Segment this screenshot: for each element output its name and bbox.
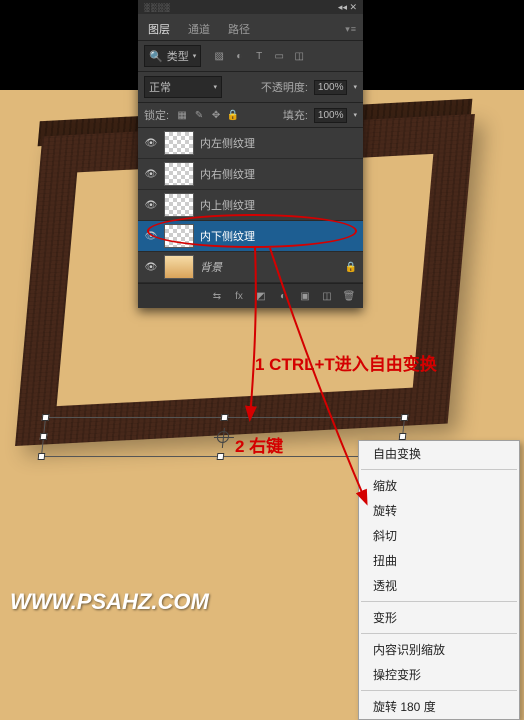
- panel-menu-icon[interactable]: ▾≡: [345, 24, 357, 35]
- visibility-eye-icon[interactable]: 👁: [144, 138, 158, 149]
- transform-handle-bm[interactable]: [217, 453, 225, 460]
- layer-name[interactable]: 内右侧纹理: [200, 166, 255, 182]
- context-menu-separator: [361, 469, 517, 470]
- lock-row: 锁定: ▦ ✎ ✥ 🔒 填充: 100% ▾: [138, 103, 363, 128]
- filter-adjust-icon[interactable]: ◐: [231, 48, 247, 64]
- transform-context-menu: 自由变换缩放旋转斜切扭曲透视变形内容识别缩放操控变形旋转 180 度: [358, 440, 520, 720]
- fill-label: 填充:: [283, 107, 308, 123]
- search-icon: 🔍: [149, 50, 163, 63]
- filter-type-icon[interactable]: T: [251, 48, 267, 64]
- layer-thumbnail[interactable]: [164, 255, 194, 279]
- collapse-icon[interactable]: ◂◂ ✕: [338, 2, 357, 13]
- adjustment-layer-icon[interactable]: ◐: [275, 288, 291, 304]
- context-menu-item[interactable]: 扭曲: [359, 548, 519, 573]
- tab-channels[interactable]: 通道: [184, 18, 214, 40]
- context-menu-item[interactable]: 操控变形: [359, 662, 519, 687]
- chevron-down-icon: ▾: [193, 52, 197, 60]
- annotation-step1: 1 CTRL+T进入自由变换: [255, 350, 437, 375]
- layer-name[interactable]: 内下侧纹理: [200, 228, 255, 244]
- free-transform-bounds[interactable]: [41, 417, 405, 457]
- transform-handle-mr[interactable]: [399, 433, 407, 440]
- filter-shape-icon[interactable]: ▭: [271, 48, 287, 64]
- context-menu-item[interactable]: 缩放: [359, 473, 519, 498]
- transform-handle-tl[interactable]: [42, 414, 50, 421]
- blend-mode-select[interactable]: 正常 ▾: [144, 76, 222, 98]
- lock-all-icon[interactable]: 🔒: [226, 108, 240, 122]
- blend-mode-value: 正常: [149, 79, 171, 95]
- transform-handle-ml[interactable]: [40, 433, 48, 440]
- visibility-eye-icon[interactable]: 👁: [144, 169, 158, 180]
- tab-paths[interactable]: 路径: [224, 18, 254, 40]
- visibility-eye-icon[interactable]: 👁: [144, 200, 158, 211]
- layer-group-icon[interactable]: ▣: [297, 288, 313, 304]
- dock-grip-icon: ░░░░: [144, 3, 171, 12]
- filter-kind-select[interactable]: 🔍 类型 ▾: [144, 45, 201, 67]
- context-menu-item[interactable]: 变形: [359, 605, 519, 630]
- layer-row[interactable]: 👁 内左侧纹理: [138, 128, 363, 159]
- context-menu-separator: [361, 601, 517, 602]
- layer-list: 👁 内左侧纹理 👁 内右侧纹理 👁 内上侧纹理 👁 内下侧纹理 👁 背景 🔒: [138, 128, 363, 283]
- watermark: WWW.PSAHZ.COM: [10, 589, 209, 615]
- opacity-value[interactable]: 100%: [314, 80, 348, 95]
- fill-value[interactable]: 100%: [314, 108, 348, 123]
- layer-mask-icon[interactable]: ◩: [253, 288, 269, 304]
- visibility-eye-icon[interactable]: 👁: [144, 262, 158, 273]
- chevron-down-icon[interactable]: ▾: [353, 83, 357, 91]
- layer-filter-row: 🔍 类型 ▾ ▧ ◐ T ▭ ◫: [138, 41, 363, 72]
- layer-name[interactable]: 内上侧纹理: [200, 197, 255, 213]
- layer-row[interactable]: 👁 内上侧纹理: [138, 190, 363, 221]
- transform-handle-tr[interactable]: [401, 414, 409, 421]
- layer-name[interactable]: 内左侧纹理: [200, 135, 255, 151]
- filter-kind-label: 类型: [167, 48, 189, 64]
- context-menu-item[interactable]: 旋转 180 度: [359, 694, 519, 719]
- chevron-down-icon[interactable]: ▾: [353, 111, 357, 119]
- context-menu-separator: [361, 690, 517, 691]
- opacity-label: 不透明度:: [261, 79, 308, 95]
- layer-thumbnail[interactable]: [164, 162, 194, 186]
- layer-thumbnail[interactable]: [164, 224, 194, 248]
- lock-indicator-icon: 🔒: [345, 262, 357, 273]
- tab-layers[interactable]: 图层: [144, 18, 174, 40]
- panel-tabs: 图层 通道 路径 ▾≡: [138, 14, 363, 41]
- context-menu-separator: [361, 633, 517, 634]
- lock-label: 锁定:: [144, 107, 169, 123]
- context-menu-item[interactable]: 斜切: [359, 523, 519, 548]
- layer-row[interactable]: 👁 内下侧纹理: [138, 221, 363, 252]
- link-layers-icon[interactable]: ⇆: [209, 288, 225, 304]
- context-menu-item[interactable]: 旋转: [359, 498, 519, 523]
- blend-row: 正常 ▾ 不透明度: 100% ▾: [138, 72, 363, 103]
- context-menu-item[interactable]: 内容识别缩放: [359, 637, 519, 662]
- panel-footer: ⇆ fx ◩ ◐ ▣ ◫ 🗑: [138, 283, 363, 308]
- context-menu-item[interactable]: 透视: [359, 573, 519, 598]
- annotation-step2: 2 右键: [235, 432, 283, 457]
- transform-handle-bl[interactable]: [38, 453, 46, 460]
- layer-thumbnail[interactable]: [164, 131, 194, 155]
- visibility-eye-icon[interactable]: 👁: [144, 231, 158, 242]
- layer-thumbnail[interactable]: [164, 193, 194, 217]
- transform-pivot[interactable]: [216, 431, 229, 443]
- layer-name[interactable]: 背景: [200, 259, 222, 275]
- filter-pixel-icon[interactable]: ▧: [211, 48, 227, 64]
- layer-row[interactable]: 👁 内右侧纹理: [138, 159, 363, 190]
- layers-panel: ░░░░ ◂◂ ✕ 图层 通道 路径 ▾≡ 🔍 类型 ▾ ▧ ◐ T ▭ ◫ 正…: [138, 0, 363, 308]
- filter-smart-icon[interactable]: ◫: [291, 48, 307, 64]
- new-layer-icon[interactable]: ◫: [319, 288, 335, 304]
- trash-icon[interactable]: 🗑: [341, 288, 357, 304]
- lock-position-icon[interactable]: ✥: [209, 108, 223, 122]
- transform-handle-tm[interactable]: [221, 414, 229, 421]
- context-menu-item[interactable]: 自由变换: [359, 441, 519, 466]
- chevron-down-icon: ▾: [213, 83, 217, 91]
- panel-drag-bar[interactable]: ░░░░ ◂◂ ✕: [138, 0, 363, 14]
- layer-row[interactable]: 👁 背景 🔒: [138, 252, 363, 283]
- lock-trans-icon[interactable]: ▦: [175, 108, 189, 122]
- layer-fx-icon[interactable]: fx: [231, 288, 247, 304]
- lock-pixel-icon[interactable]: ✎: [192, 108, 206, 122]
